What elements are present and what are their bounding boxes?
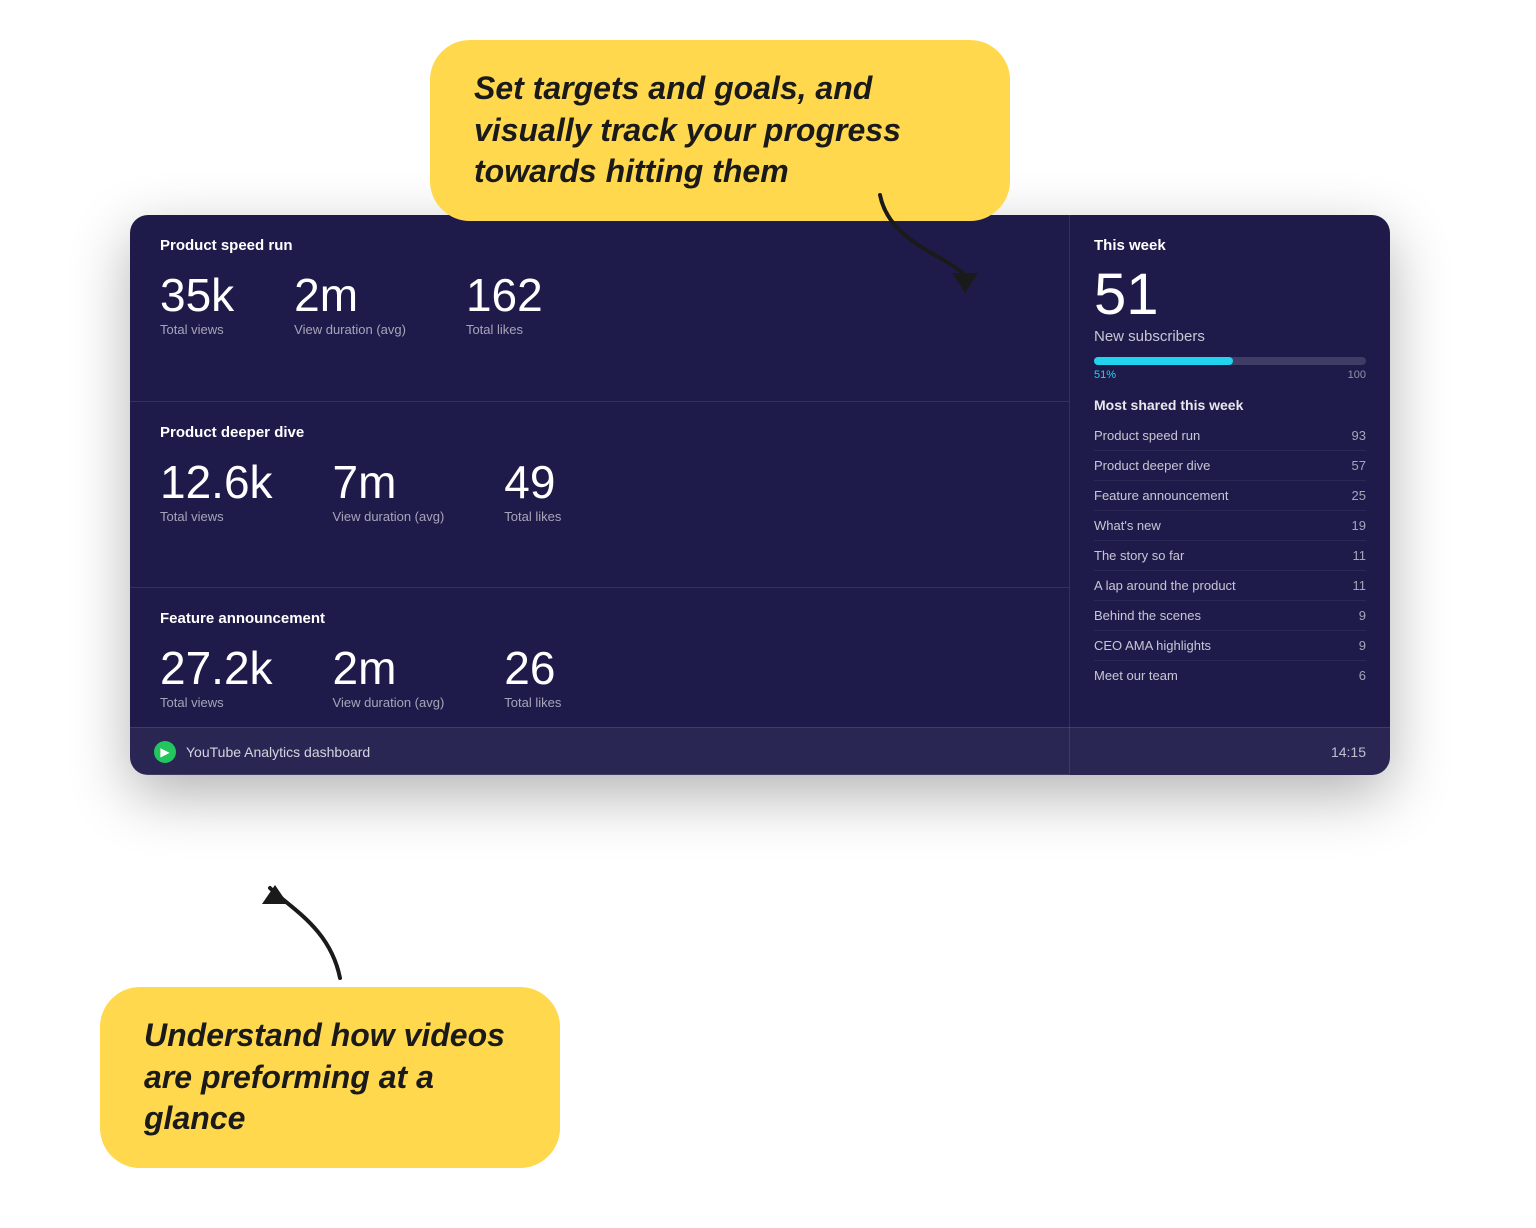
bottom-arrow [260,878,380,993]
shared-item-count-3: 19 [1352,518,1366,533]
shared-item-name-0: Product speed run [1094,428,1200,443]
shared-item-count-4: 11 [1353,548,1367,563]
shared-item-count-6: 9 [1359,608,1366,623]
stat-value-duration-3: 2m [333,645,445,691]
stat-value-duration-2: 7m [333,459,445,505]
shared-item-name-1: Product deeper dive [1094,458,1210,473]
stat-label-views-1: Total views [160,322,234,337]
stat-likes-3: 26 Total likes [504,645,561,710]
shared-list-item-8: Meet our team 6 [1094,661,1366,690]
stat-value-likes-1: 162 [466,272,543,318]
top-callout-text: Set targets and goals, and visually trac… [474,70,901,189]
footer-time: 14:15 [1331,744,1366,760]
stat-value-views-1: 35k [160,272,234,318]
progress-bar-fill [1094,357,1233,365]
app-logo-icon: ▶ [154,741,176,763]
subscriber-count: 51 [1094,266,1366,324]
dashboard-footer: ▶ YouTube Analytics dashboard 14:15 [130,727,1390,775]
stat-label-views-3: Total views [160,695,273,710]
stat-label-duration-2: View duration (avg) [333,509,445,524]
stats-row-3: 27.2k Total views 2m View duration (avg)… [160,645,1039,710]
stat-value-likes-3: 26 [504,645,561,691]
shared-item-count-5: 11 [1353,578,1367,593]
stat-duration-3: 2m View duration (avg) [333,645,445,710]
video-title-2: Product deeper dive [160,424,1039,441]
stat-label-likes-1: Total likes [466,322,543,337]
shared-item-name-4: The story so far [1094,548,1184,563]
shared-item-count-7: 9 [1359,638,1366,653]
stats-row-2: 12.6k Total views 7m View duration (avg)… [160,459,1039,524]
stat-likes-2: 49 Total likes [504,459,561,524]
subscriber-label: New subscribers [1094,328,1366,345]
shared-item-count-2: 25 [1352,488,1366,503]
shared-list-item-0: Product speed run 93 [1094,421,1366,451]
shared-list-item-6: Behind the scenes 9 [1094,601,1366,631]
video-title-3: Feature announcement [160,610,1039,627]
bottom-callout-bubble: Understand how videos are preforming at … [100,987,560,1168]
shared-list-item-2: Feature announcement 25 [1094,481,1366,511]
right-panel: This week 51 New subscribers 51% 100 Mos… [1070,215,1390,775]
progress-container: 51% 100 [1094,357,1366,381]
shared-item-count-1: 57 [1352,458,1366,473]
progress-bar-background [1094,357,1366,365]
shared-list-item-7: CEO AMA highlights 9 [1094,631,1366,661]
stat-label-views-2: Total views [160,509,273,524]
this-week-label: This week [1094,237,1366,254]
stat-views-2: 12.6k Total views [160,459,273,524]
stat-duration-1: 2m View duration (avg) [294,272,406,337]
shared-list-item-3: What's new 19 [1094,511,1366,541]
progress-target: 100 [1348,369,1366,381]
shared-item-count-0: 93 [1352,428,1366,443]
app-name-label: YouTube Analytics dashboard [186,744,370,760]
stat-duration-2: 7m View duration (avg) [333,459,445,524]
progress-labels: 51% 100 [1094,369,1366,381]
stat-label-duration-3: View duration (avg) [333,695,445,710]
shared-item-count-8: 6 [1359,668,1366,683]
shared-item-name-6: Behind the scenes [1094,608,1201,623]
most-shared-title: Most shared this week [1094,397,1366,413]
progress-percent: 51% [1094,369,1116,381]
stat-likes-1: 162 Total likes [466,272,543,337]
shared-list-item-1: Product deeper dive 57 [1094,451,1366,481]
stat-views-3: 27.2k Total views [160,645,273,710]
shared-list-item-4: The story so far 11 [1094,541,1366,571]
stat-label-likes-2: Total likes [504,509,561,524]
video-card-2: Product deeper dive 12.6k Total views 7m… [130,402,1069,589]
stat-views-1: 35k Total views [160,272,234,337]
dashboard: Product speed run 35k Total views 2m Vie… [130,215,1390,775]
shared-item-name-8: Meet our team [1094,668,1178,683]
bottom-callout-text: Understand how videos are preforming at … [144,1017,505,1136]
shared-item-name-7: CEO AMA highlights [1094,638,1211,653]
shared-item-name-3: What's new [1094,518,1161,533]
stat-value-likes-2: 49 [504,459,561,505]
stat-value-duration-1: 2m [294,272,406,318]
shared-item-name-5: A lap around the product [1094,578,1236,593]
stat-value-views-2: 12.6k [160,459,273,505]
footer-logo-area: ▶ YouTube Analytics dashboard [154,741,370,763]
top-arrow [870,185,990,300]
shared-item-name-2: Feature announcement [1094,488,1228,503]
shared-list-item-5: A lap around the product 11 [1094,571,1366,601]
stat-label-likes-3: Total likes [504,695,561,710]
stat-label-duration-1: View duration (avg) [294,322,406,337]
shared-list: Product speed run 93 Product deeper dive 57… [1094,421,1366,690]
stat-value-views-3: 27.2k [160,645,273,691]
